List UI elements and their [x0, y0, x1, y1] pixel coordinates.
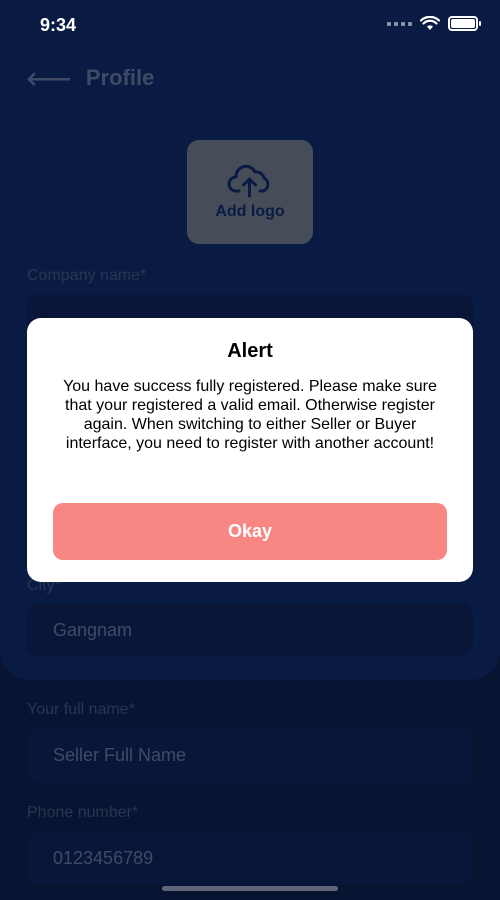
battery-icon	[448, 16, 481, 31]
alert-message: You have success fully registered. Pleas…	[63, 378, 437, 452]
alert-title: Alert	[227, 340, 273, 362]
home-indicator[interactable]	[162, 886, 338, 891]
status-time: 9:34	[40, 15, 77, 35]
okay-button[interactable]: Okay	[53, 503, 447, 560]
signal-icon	[387, 21, 412, 26]
alert-dialog: Alert You have success fully registered.…	[27, 318, 473, 582]
status-bar: 9:34	[0, 0, 500, 50]
status-icons	[387, 16, 481, 31]
wifi-icon	[420, 16, 440, 30]
